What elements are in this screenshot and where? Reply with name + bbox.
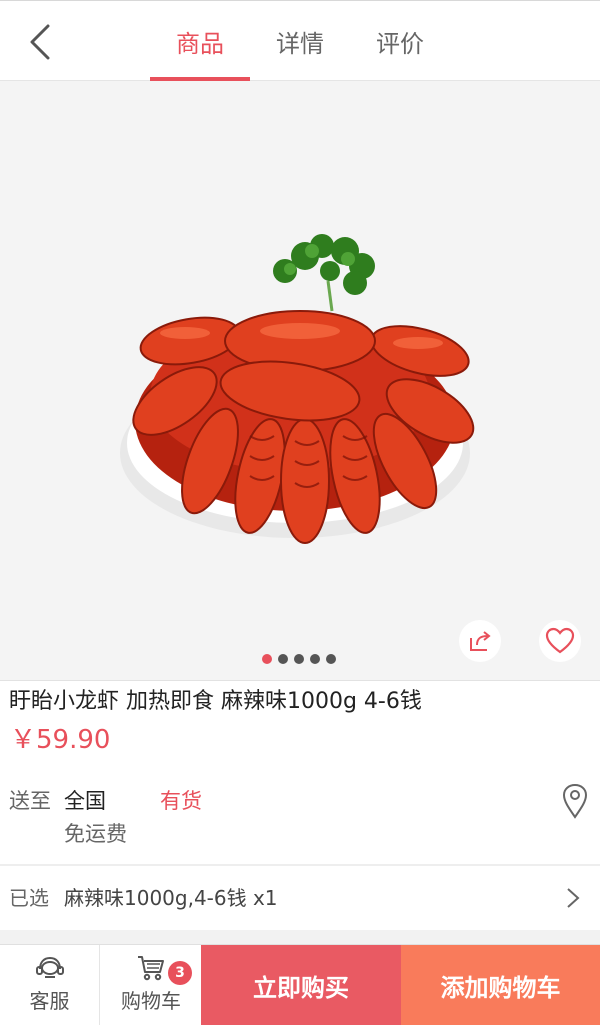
product-image	[120, 234, 475, 544]
selected-label: 已选	[9, 886, 49, 910]
tab-details[interactable]: 详情	[250, 1, 350, 81]
headset-icon	[35, 956, 64, 978]
carousel-dot[interactable]	[278, 654, 288, 664]
product-gallery[interactable]	[0, 81, 600, 681]
carousel-dot[interactable]	[262, 654, 272, 664]
location-pin-icon	[562, 783, 588, 819]
shipping-fee: 免运费	[64, 822, 127, 846]
cart-count-badge: 3	[168, 961, 192, 985]
favorite-button[interactable]	[539, 620, 581, 662]
share-button[interactable]	[459, 620, 501, 662]
buy-now-button[interactable]: 立即购买	[201, 945, 401, 1025]
selected-spec-value: 麻辣味1000g,4-6钱 x1	[64, 886, 278, 910]
section-divider	[0, 930, 600, 944]
spec-selector-row[interactable]: 已选 麻辣味1000g,4-6钱 x1	[0, 866, 600, 930]
customer-service-label: 客服	[29, 989, 70, 1013]
shipping-label: 送至	[9, 789, 51, 813]
back-button[interactable]	[20, 17, 60, 67]
heart-icon	[545, 627, 575, 654]
product-title: 盱眙小龙虾 加热即食 麻辣味1000g 4-6钱	[9, 689, 422, 714]
add-to-cart-button[interactable]: 添加购物车	[401, 945, 600, 1025]
tab-product[interactable]: 商品	[150, 1, 250, 81]
bottom-action-bar: 客服 购物车 3 立即购买 添加购物车	[0, 944, 600, 1025]
shopping-cart-icon	[138, 956, 164, 981]
customer-service-button[interactable]: 客服	[0, 945, 100, 1025]
chevron-left-icon	[30, 24, 50, 60]
carousel-indicator	[262, 654, 336, 666]
location-button[interactable]	[560, 781, 590, 821]
tab-reviews[interactable]: 评价	[350, 1, 450, 81]
cart-label: 购物车	[121, 989, 181, 1013]
cart-button[interactable]: 购物车	[101, 945, 201, 1025]
product-price: ￥59.90	[10, 725, 111, 755]
shipping-region[interactable]: 全国	[64, 786, 106, 816]
carousel-dot[interactable]	[326, 654, 336, 664]
share-icon	[470, 631, 491, 651]
chevron-right-icon	[567, 888, 580, 908]
top-nav-bar: 商品 详情 评价	[0, 0, 600, 81]
carousel-dot[interactable]	[294, 654, 304, 664]
stock-status: 有货	[160, 789, 202, 813]
tab-bar: 商品 详情 评价	[150, 1, 450, 81]
carousel-dot[interactable]	[310, 654, 320, 664]
